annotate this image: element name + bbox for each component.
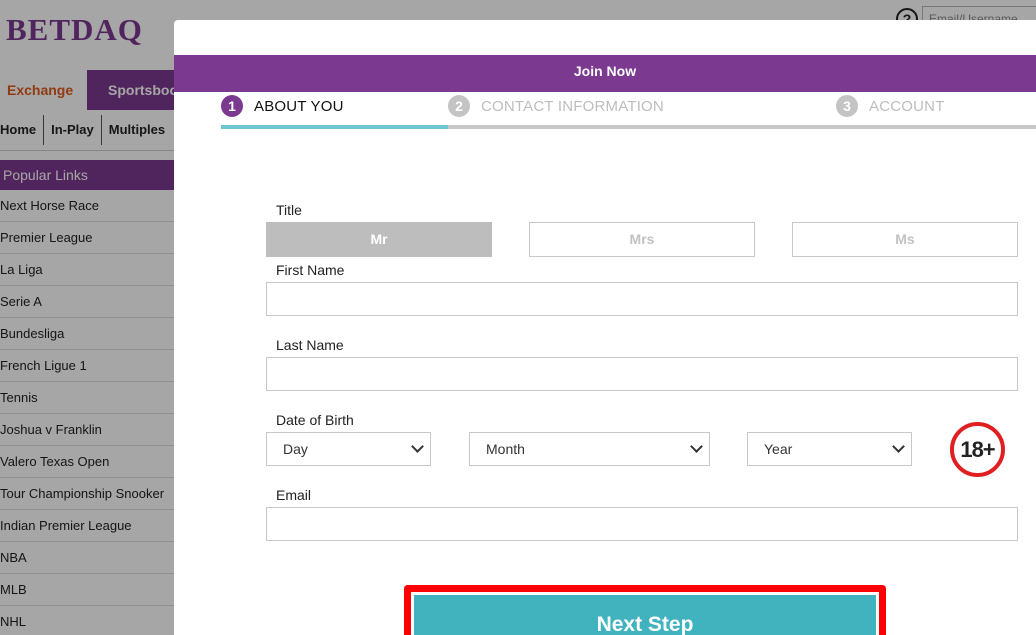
chevron-down-icon	[690, 440, 703, 453]
dob-month-select[interactable]: Month	[469, 432, 710, 466]
step-label-contact-information: CONTACT INFORMATION	[481, 97, 664, 115]
step-label-account: ACCOUNT	[869, 97, 945, 115]
age-restriction-badge: 18+	[950, 422, 1005, 477]
first-name-input[interactable]	[266, 282, 1018, 316]
step-number-1: 1	[221, 95, 243, 117]
step-contact-information: 2 CONTACT INFORMATION	[448, 95, 664, 117]
dob-year-select[interactable]: Year	[747, 432, 912, 466]
title-label: Title	[276, 202, 302, 218]
chevron-down-icon	[411, 440, 424, 453]
step-number-3: 3	[836, 95, 858, 117]
chevron-down-icon	[892, 440, 905, 453]
email-label: Email	[276, 487, 312, 503]
registration-steps: 1 ABOUT YOU 2 CONTACT INFORMATION 3 ACCO…	[221, 92, 1036, 130]
title-mrs-button[interactable]: Mrs	[529, 222, 755, 257]
dob-day-select[interactable]: Day	[266, 432, 431, 466]
page-root: BETDAQ ? Email/Username Exchange Sportsb…	[0, 0, 1036, 635]
last-name-label: Last Name	[276, 337, 344, 353]
dob-month-value: Month	[486, 441, 525, 457]
title-ms-button[interactable]: Ms	[792, 222, 1018, 257]
step-number-2: 2	[448, 95, 470, 117]
dob-day-value: Day	[283, 441, 308, 457]
dob-label: Date of Birth	[276, 412, 354, 428]
next-step-button[interactable]: Next Step	[414, 595, 876, 635]
join-now-modal: Join Now 1 ABOUT YOU 2 CONTACT INFORMATI…	[174, 20, 1036, 635]
step-label-about-you: ABOUT YOU	[254, 97, 344, 115]
dob-year-value: Year	[764, 441, 793, 457]
title-mr-button[interactable]: Mr	[266, 222, 492, 257]
step-about-you: 1 ABOUT YOU	[221, 95, 344, 117]
step-account: 3 ACCOUNT	[836, 95, 945, 117]
step-progress-fill	[221, 125, 448, 129]
email-input[interactable]	[266, 507, 1018, 541]
modal-title: Join Now	[174, 55, 1036, 92]
last-name-input[interactable]	[266, 357, 1018, 391]
first-name-label: First Name	[276, 262, 345, 278]
